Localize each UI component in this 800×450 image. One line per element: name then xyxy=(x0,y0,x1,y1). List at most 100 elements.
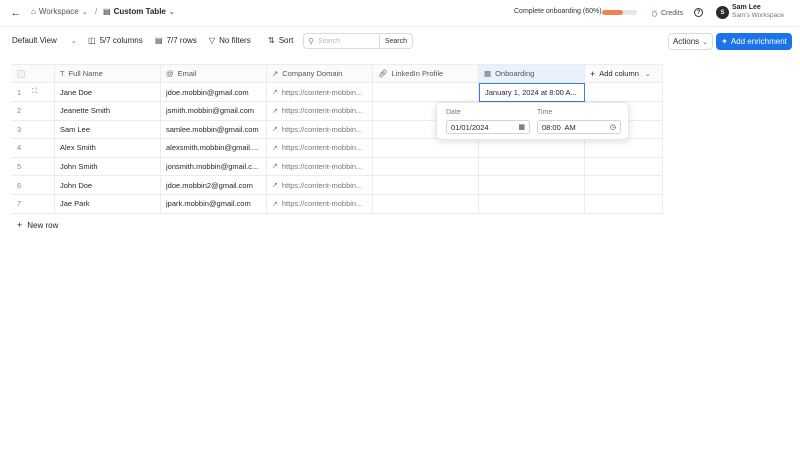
table-icon: ▤ xyxy=(103,7,111,16)
row-number: 4 xyxy=(17,143,22,153)
cell-linkedin-profile[interactable] xyxy=(373,157,479,177)
cell-full-name[interactable]: Sam Lee xyxy=(55,120,161,140)
at-icon: @ xyxy=(166,69,174,78)
column-header-linkedin-profile[interactable]: 🔗︎ LinkedIn Profile xyxy=(373,64,479,83)
column-header-company-domain[interactable]: ↗ Company Domain xyxy=(267,64,373,83)
plus-icon: + xyxy=(590,68,596,79)
cell-full-name[interactable]: Jae Park xyxy=(55,194,161,214)
cell-email[interactable]: samlee.mobbin@gmail.com xyxy=(161,120,267,140)
select-all-checkbox[interactable] xyxy=(17,69,25,78)
cell-linkedin-profile[interactable] xyxy=(373,194,479,214)
column-header-label: Full Name xyxy=(68,69,103,78)
search-button[interactable]: Search xyxy=(378,34,412,48)
cell-email[interactable]: jsmith.mobbin@gmail.com xyxy=(161,101,267,121)
row-number-cell[interactable]: 5 xyxy=(11,157,55,177)
cell-company-domain[interactable]: ↗ https://content-mobbin... xyxy=(267,138,373,158)
column-header-full-name[interactable]: T Full Name xyxy=(55,64,161,83)
filters-label: No filters xyxy=(219,36,251,45)
calendar-icon[interactable]: ▦ xyxy=(518,123,525,131)
external-link-icon[interactable]: ↗ xyxy=(272,181,278,189)
row-number: 7 xyxy=(17,199,22,209)
column-header-email[interactable]: @ Email xyxy=(161,64,267,83)
view-label: Default View xyxy=(12,36,57,45)
cell-linkedin-profile[interactable] xyxy=(373,83,479,102)
cell-onboarding[interactable] xyxy=(479,194,585,214)
help-icon[interactable]: ? xyxy=(694,8,703,17)
cell-full-name[interactable]: Alex Smith xyxy=(55,138,161,158)
breadcrumb-workspace[interactable]: ⌂ Workspace ⌄ xyxy=(31,7,88,16)
cell-company-domain[interactable]: ↗ https://content-mobbin... xyxy=(267,101,373,121)
sort-button[interactable]: ⇅ Sort xyxy=(268,36,293,45)
table-row[interactable]: 7 Jae Park jpark.mobbin@gmail.com ↗ https://… xyxy=(11,194,663,214)
external-link-icon[interactable]: ↗ xyxy=(272,88,278,96)
sort-label: Sort xyxy=(278,36,294,45)
row-number: 3 xyxy=(17,124,22,134)
row-number-cell[interactable]: 6 xyxy=(11,176,55,195)
table-row[interactable]: 5 John Smith jonsmith.mobbin@gmail.c... ↗ ht… xyxy=(11,157,663,177)
cell-company-domain[interactable]: ↗ https://content-mobbin... xyxy=(267,176,373,195)
cell-linkedin-profile[interactable] xyxy=(373,176,479,195)
cell-email[interactable]: jpark.mobbin@gmail.com xyxy=(161,194,267,214)
cell-full-name[interactable]: Jeanette Smith xyxy=(55,101,161,121)
table-row[interactable]: 1 ⛶ Jane Doe jdoe.mobbin@gmail.com ↗ https://… xyxy=(11,83,663,102)
cell-company-domain[interactable]: ↗ https://content-mobbin... xyxy=(267,157,373,177)
avatar[interactable]: S xyxy=(716,6,729,19)
cell-company-domain-text: https://content-mobbin... xyxy=(281,199,363,209)
select-all-cell[interactable] xyxy=(11,64,55,83)
calendar-icon: ▦ xyxy=(484,69,492,78)
breadcrumb-table[interactable]: ▤ Custom Table ⌄ xyxy=(103,7,175,16)
column-header-label: LinkedIn Profile xyxy=(391,69,444,78)
search-input[interactable]: Search xyxy=(318,38,379,45)
cell-email[interactable]: alexsmith.mobbin@gmail.... xyxy=(161,138,267,158)
date-input[interactable]: 01/01/2024 ▦ xyxy=(446,120,530,134)
columns-button[interactable]: ◫ 5/7 columns xyxy=(88,36,143,45)
cell-onboarding[interactable] xyxy=(479,157,585,177)
user-workspace: Sam's Workspace xyxy=(732,12,785,19)
cell-company-domain[interactable]: ↗ https://content-mobbin... xyxy=(267,83,373,102)
cell-company-domain[interactable]: ↗ https://content-mobbin... xyxy=(267,194,373,214)
cell-email[interactable]: jonsmith.mobbin@gmail.c... xyxy=(161,157,267,177)
cell-full-name[interactable]: John Smith xyxy=(55,157,161,177)
external-link-icon[interactable]: ↗ xyxy=(272,144,278,152)
external-link-icon[interactable]: ↗ xyxy=(272,107,278,115)
credits-button[interactable]: ⛣ Credits xyxy=(651,8,683,19)
filters-button[interactable]: ▽ No filters xyxy=(209,36,251,45)
add-enrichment-button[interactable]: ✦ Add enrichment xyxy=(716,33,792,50)
onboarding-progress-bar xyxy=(602,10,637,15)
cell-onboarding[interactable] xyxy=(479,138,585,158)
row-number-cell[interactable]: 2 xyxy=(11,101,55,121)
cell-onboarding[interactable]: January 1, 2024 at 8:00 A... xyxy=(479,83,585,102)
row-number-cell[interactable]: 4 xyxy=(11,138,55,158)
back-arrow-icon[interactable]: ← xyxy=(10,7,22,19)
time-input[interactable]: 08:00 AM ◷ xyxy=(537,120,621,134)
cell-full-name[interactable]: John Doe xyxy=(55,176,161,195)
cell-company-domain[interactable]: ↗ https://content-mobbin... xyxy=(267,120,373,140)
cell-email[interactable]: jdoe.mobbin2@gmail.com xyxy=(161,176,267,195)
external-link-icon[interactable]: ↗ xyxy=(272,200,278,208)
external-link-icon[interactable]: ↗ xyxy=(272,162,278,170)
breadcrumb-workspace-label: Workspace xyxy=(38,7,79,16)
actions-button[interactable]: Actions ⌄ xyxy=(668,33,713,50)
clock-icon[interactable]: ◷ xyxy=(610,123,616,131)
cell-linkedin-profile[interactable] xyxy=(373,138,479,158)
row-number-cell[interactable]: 3 xyxy=(11,120,55,140)
cell-onboarding[interactable] xyxy=(479,176,585,195)
view-selector[interactable]: Default View ⌄ xyxy=(12,36,77,45)
row-number-cell[interactable]: 1 ⛶ xyxy=(11,83,55,102)
column-header-onboarding[interactable]: ▦ Onboarding xyxy=(479,64,585,83)
new-row-button[interactable]: + New row xyxy=(17,220,58,230)
cell-company-domain-text: https://content-mobbin... xyxy=(281,161,363,171)
row-number-cell[interactable]: 7 xyxy=(11,194,55,214)
rows-button[interactable]: ▤ 7/7 rows xyxy=(155,36,197,45)
table-row[interactable]: 6 John Doe jdoe.mobbin2@gmail.com ↗ https://… xyxy=(11,176,663,195)
table-row[interactable]: 4 Alex Smith alexsmith.mobbin@gmail.... ↗ ht… xyxy=(11,138,663,158)
credits-label: Credits xyxy=(661,10,684,17)
external-link-icon: ↗ xyxy=(272,69,279,78)
external-link-icon[interactable]: ↗ xyxy=(272,125,278,133)
onboarding-status-text[interactable]: Complete onboarding (60%) xyxy=(514,8,602,15)
date-value: 01/01/2024 xyxy=(451,122,489,132)
cell-full-name[interactable]: Jane Doe xyxy=(55,83,161,102)
cell-email[interactable]: jdoe.mobbin@gmail.com xyxy=(161,83,267,102)
expand-row-icon[interactable]: ⛶ xyxy=(32,88,37,96)
add-column-button[interactable]: + Add column ⌄ xyxy=(585,64,663,83)
